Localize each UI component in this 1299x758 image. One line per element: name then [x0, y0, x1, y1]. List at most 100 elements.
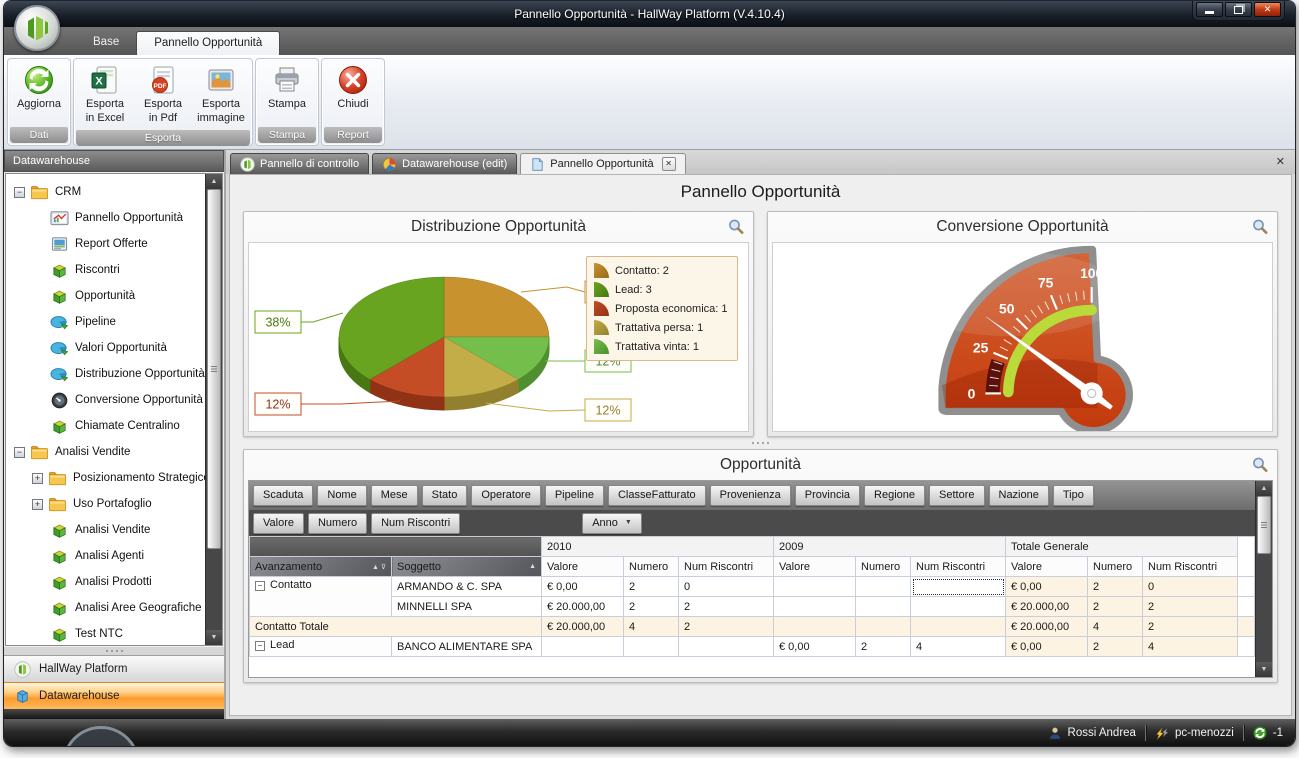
column-group-2009[interactable]: 2009: [774, 537, 1006, 557]
filter-field-tipo[interactable]: Tipo: [1053, 485, 1094, 506]
collapse-icon[interactable]: −: [14, 187, 25, 198]
value-cell[interactable]: [542, 637, 624, 657]
scroll-track[interactable]: [1256, 554, 1272, 662]
value-cell[interactable]: € 20.000,00: [542, 617, 624, 637]
row-field-avanzamento[interactable]: Avanzamento▲ ⊽: [250, 557, 392, 577]
filter-field-scaduta[interactable]: Scaduta: [253, 485, 313, 506]
tree-item-opportunità[interactable]: Opportunità: [10, 283, 205, 309]
restore-button[interactable]: [1225, 2, 1252, 17]
filter-field-classefatturato[interactable]: ClasseFatturato: [608, 485, 706, 506]
collapse-icon[interactable]: −: [14, 447, 25, 458]
tree-item-crm[interactable]: −CRM: [10, 179, 205, 205]
grid-scrollbar[interactable]: ▲▼: [1255, 481, 1272, 677]
esporta-in-pdf-button[interactable]: PDFEsportain Pdf: [135, 62, 191, 128]
scroll-up-button[interactable]: ▲: [206, 174, 222, 189]
value-cell[interactable]: [856, 597, 911, 617]
value-cell[interactable]: 4: [1143, 637, 1238, 657]
tree-item-pannello-opportunità[interactable]: Pannello Opportunità: [10, 205, 205, 231]
subject-cell[interactable]: BANCO ALIMENTARE SPA: [392, 637, 542, 657]
tree-item-analisi-aree-geografiche[interactable]: Analisi Aree Geografiche: [10, 595, 205, 621]
data-field-num-riscontri[interactable]: Num Riscontri: [371, 513, 460, 534]
value-cell[interactable]: [856, 617, 911, 637]
measure-header-num-riscontri[interactable]: Num Riscontri: [911, 557, 1006, 577]
value-cell[interactable]: 2: [1143, 597, 1238, 617]
filter-dropdown-icon[interactable]: ▼: [625, 519, 632, 526]
value-cell[interactable]: € 0,00: [542, 577, 624, 597]
scroll-up-button[interactable]: ▲: [1256, 481, 1272, 496]
value-cell[interactable]: 2: [1088, 597, 1143, 617]
tree-item-valori-opportunità[interactable]: Valori Opportunità: [10, 335, 205, 361]
subject-cell[interactable]: MINNELLI SPA: [392, 597, 542, 617]
esporta-immagine-button[interactable]: Esportaimmagine: [193, 62, 249, 128]
doc-tab-close-button[interactable]: ✕: [662, 157, 676, 171]
filter-field-nome[interactable]: Nome: [317, 485, 366, 506]
value-cell[interactable]: [624, 637, 679, 657]
status-machine[interactable]: pc-menozzi: [1155, 726, 1234, 740]
scroll-down-button[interactable]: ▼: [206, 630, 222, 645]
tree-item-uso-portafoglio[interactable]: +Uso Portafoglio: [10, 491, 205, 517]
measure-header-num-riscontri[interactable]: Num Riscontri: [679, 557, 774, 577]
value-cell[interactable]: [774, 617, 856, 637]
filter-field-operatore[interactable]: Operatore: [471, 485, 541, 506]
value-cell[interactable]: [911, 577, 1006, 597]
row-field-soggetto[interactable]: Soggetto▲: [392, 557, 542, 577]
column-group-totale-generale[interactable]: Totale Generale: [1006, 537, 1238, 557]
value-cell[interactable]: 2: [1088, 637, 1143, 657]
chiudi-button[interactable]: Chiudi: [325, 62, 381, 114]
magnifier-icon[interactable]: [727, 218, 745, 236]
value-cell[interactable]: 4: [1088, 617, 1143, 637]
scroll-down-button[interactable]: ▼: [1256, 662, 1272, 677]
ribbon-tab-pannello-opportunità[interactable]: Pannello Opportunità: [136, 31, 280, 55]
column-group-2010[interactable]: 2010: [542, 537, 774, 557]
value-cell[interactable]: 2: [624, 577, 679, 597]
value-cell[interactable]: [774, 597, 856, 617]
measure-header-numero[interactable]: Numero: [856, 557, 911, 577]
nav-item-hallway-platform[interactable]: HallWay Platform: [4, 655, 224, 682]
scroll-track[interactable]: [206, 549, 222, 630]
value-cell[interactable]: € 20.000,00: [1006, 617, 1088, 637]
tree-item-analisi-prodotti[interactable]: Analisi Prodotti: [10, 569, 205, 595]
expand-icon[interactable]: +: [32, 499, 43, 510]
tree-item-pipeline[interactable]: Pipeline: [10, 309, 205, 335]
group-cell-contatto[interactable]: −Contatto: [250, 577, 392, 617]
measure-header-valore[interactable]: Valore: [542, 557, 624, 577]
tree-item-chiamate-centralino[interactable]: Chiamate Centralino: [10, 413, 205, 439]
measure-header-valore[interactable]: Valore: [1006, 557, 1088, 577]
magnifier-icon[interactable]: [1251, 218, 1269, 236]
expand-icon[interactable]: +: [32, 473, 43, 484]
sidebar-splitter[interactable]: [4, 647, 224, 655]
scroll-thumb[interactable]: [207, 189, 221, 549]
filter-field-settore[interactable]: Settore: [929, 485, 984, 506]
column-field-anno[interactable]: Anno▼: [582, 513, 642, 534]
value-cell[interactable]: 2: [679, 617, 774, 637]
ribbon-tab-base[interactable]: Base: [76, 31, 136, 55]
stampa-button[interactable]: Stampa: [259, 62, 315, 114]
value-cell[interactable]: € 0,00: [1006, 637, 1088, 657]
tree-item-report-offerte[interactable]: Report Offerte: [10, 231, 205, 257]
value-cell[interactable]: [911, 617, 1006, 637]
filter-field-provenienza[interactable]: Provenienza: [710, 485, 791, 506]
value-cell[interactable]: 0: [679, 577, 774, 597]
value-cell[interactable]: € 20.000,00: [1006, 597, 1088, 617]
value-cell[interactable]: 4: [911, 637, 1006, 657]
data-field-valore[interactable]: Valore: [253, 513, 304, 534]
status-user[interactable]: Rossi Andrea: [1048, 726, 1136, 740]
tree-item-posizionamento-strategico[interactable]: +Posizionamento Strategico: [10, 465, 205, 491]
value-cell[interactable]: [911, 597, 1006, 617]
tree-item-test-ntc[interactable]: Test NTC: [10, 621, 205, 645]
value-cell[interactable]: € 20.000,00: [542, 597, 624, 617]
value-cell[interactable]: [856, 577, 911, 597]
value-cell[interactable]: € 0,00: [1006, 577, 1088, 597]
value-cell[interactable]: [679, 637, 774, 657]
filter-field-pipeline[interactable]: Pipeline: [545, 485, 604, 506]
measure-header-numero[interactable]: Numero: [1088, 557, 1143, 577]
aggiorna-button[interactable]: Aggiorna: [11, 62, 67, 114]
filter-field-stato[interactable]: Stato: [422, 485, 468, 506]
tree-item-distribuzione-opportunità[interactable]: Distribuzione Opportunità: [10, 361, 205, 387]
tree-item-analisi-vendite[interactable]: Analisi Vendite: [10, 517, 205, 543]
pie-slice-contatto[interactable]: [444, 277, 549, 337]
esporta-in-excel-button[interactable]: XEsportain Excel: [77, 62, 133, 128]
value-cell[interactable]: 0: [1143, 577, 1238, 597]
measure-header-numero[interactable]: Numero: [624, 557, 679, 577]
filter-field-nazione[interactable]: Nazione: [989, 485, 1049, 506]
